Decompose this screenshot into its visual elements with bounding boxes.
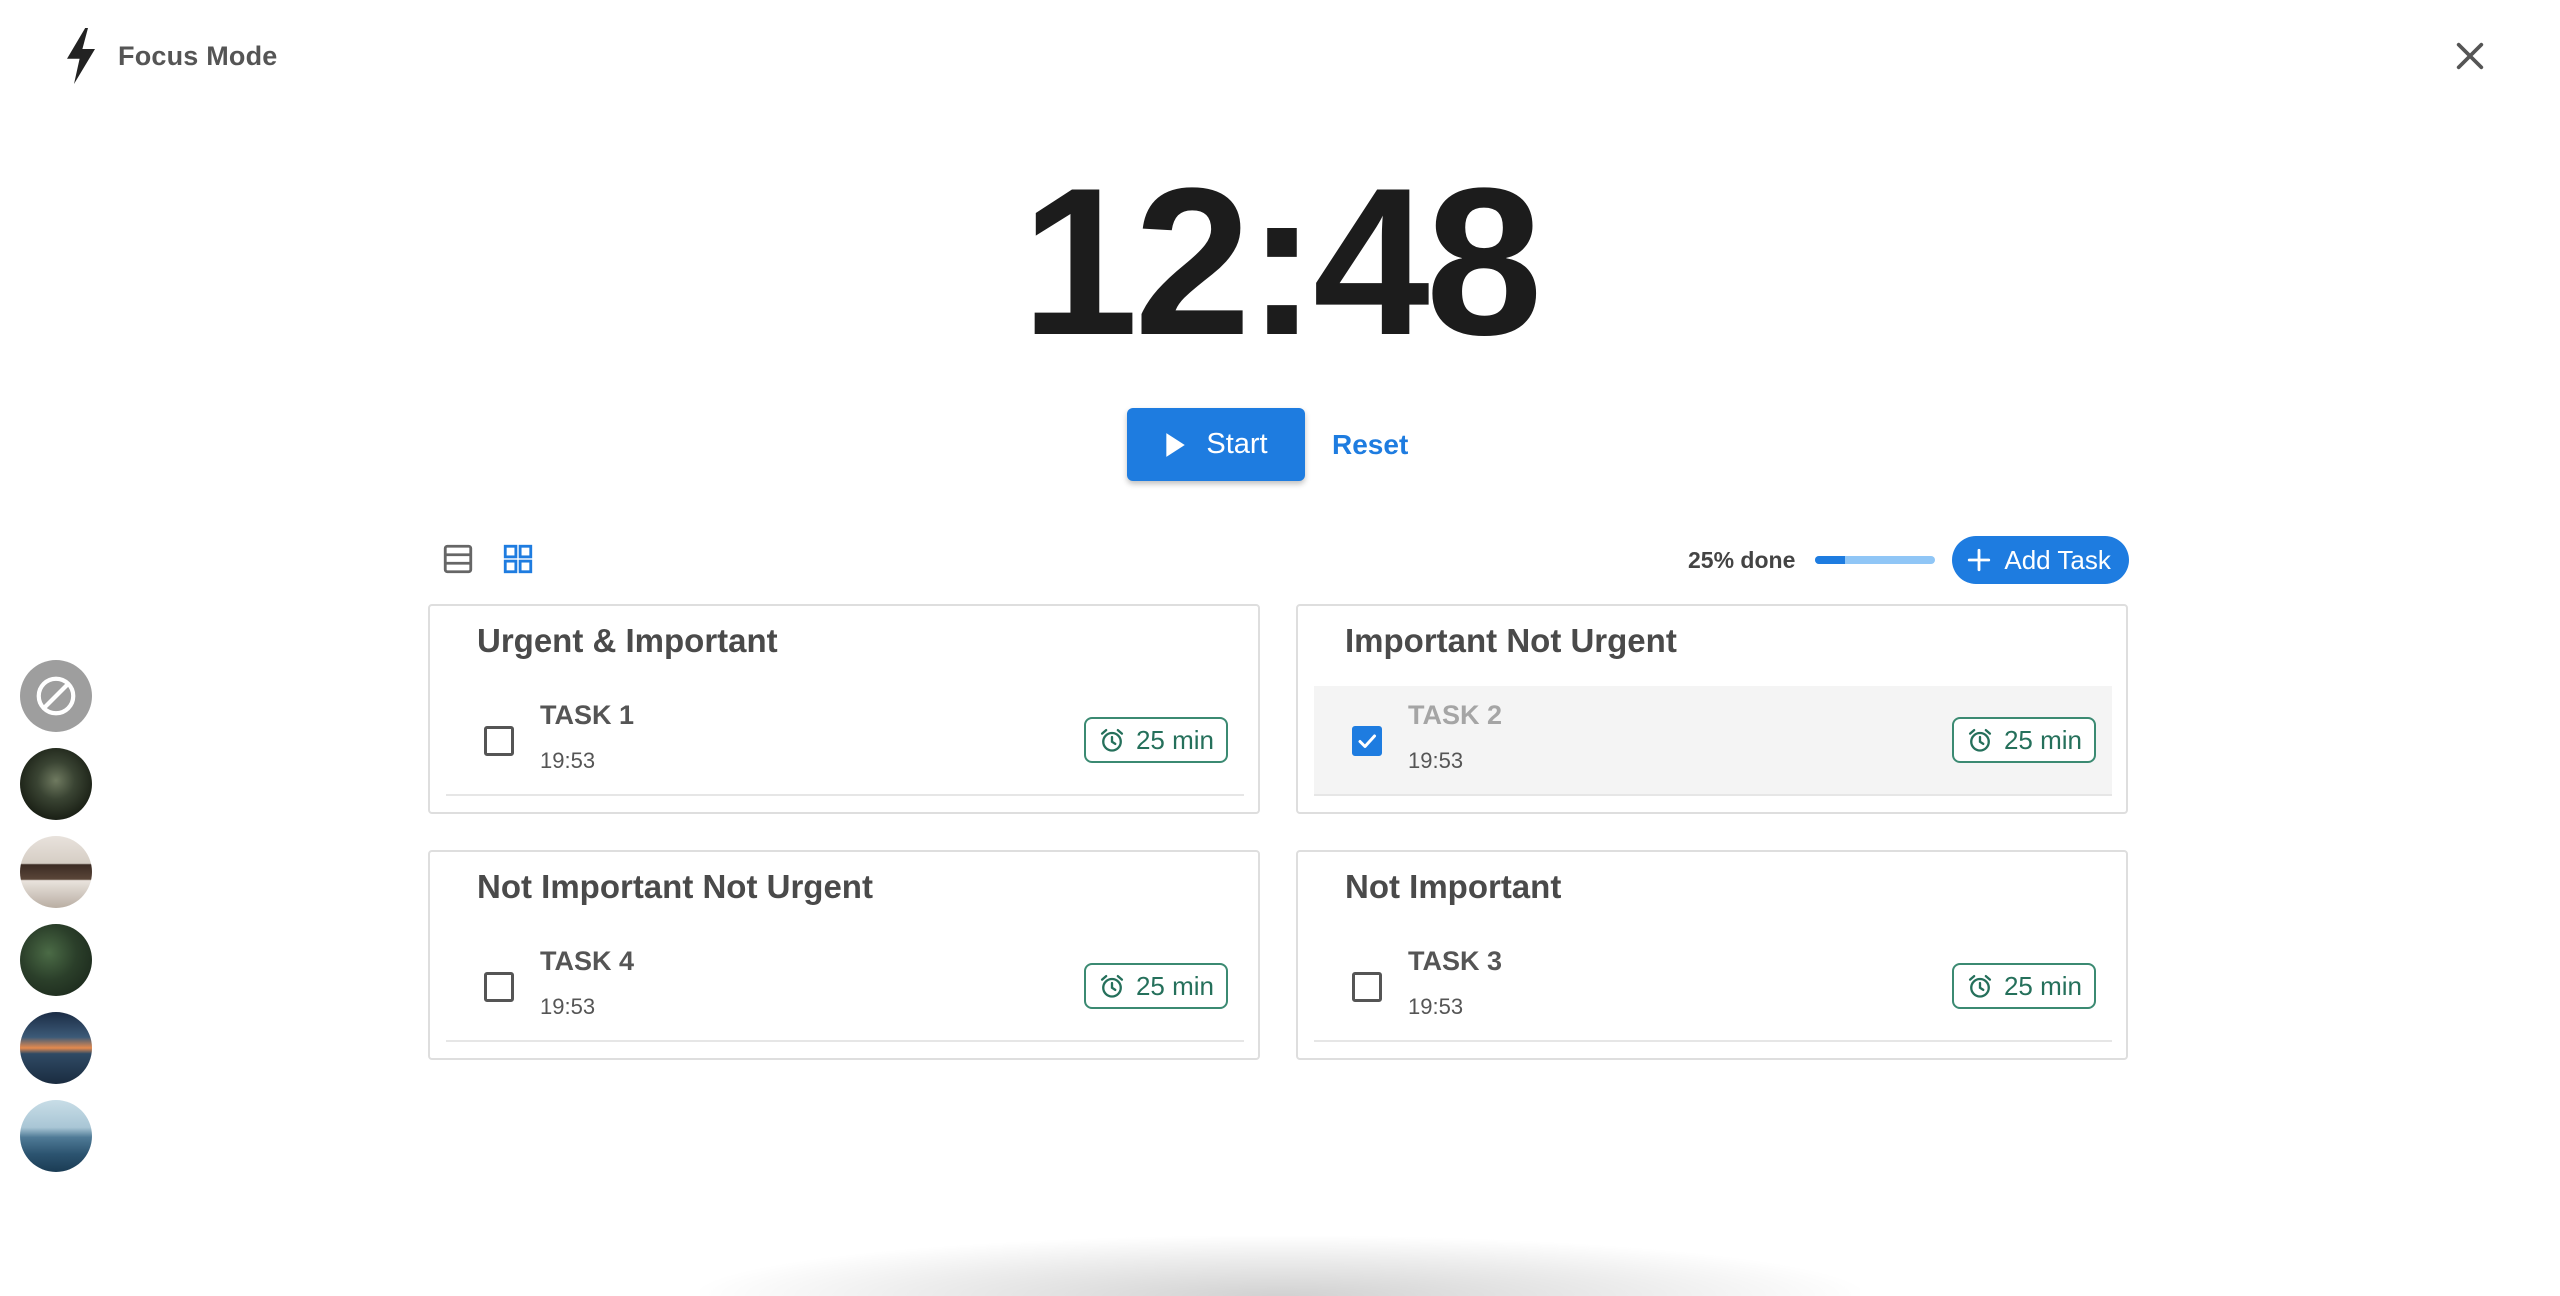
- task-row: TASK 4 19:53 25 min: [446, 932, 1244, 1042]
- quadrant-not-important-not-urgent: Not Important Not Urgent TASK 4 19:53 25…: [428, 850, 1260, 1060]
- scene-jungle-button[interactable]: [20, 924, 92, 996]
- scene-none-button[interactable]: [20, 660, 92, 732]
- quadrant-important-not-urgent: Important Not Urgent TASK 2 19:53 25 min: [1296, 604, 2128, 814]
- task-duration-chip[interactable]: 25 min: [1083, 963, 1228, 1009]
- play-icon: [1166, 432, 1186, 457]
- task-row: TASK 2 19:53 25 min: [1314, 686, 2112, 796]
- close-icon: [2456, 42, 2484, 70]
- plus-icon: [1968, 548, 1991, 572]
- progress-label: 25% done: [1688, 546, 1796, 573]
- task-checkbox[interactable]: [484, 972, 514, 1002]
- list-view-icon: [443, 544, 473, 574]
- bottom-shadow: [700, 1236, 1860, 1296]
- task-duration-label: 25 min: [1135, 724, 1214, 755]
- app-brand: Focus Mode: [64, 28, 278, 84]
- scene-sea-button[interactable]: [20, 1100, 92, 1172]
- scene-room-button[interactable]: [20, 836, 92, 908]
- alarm-clock-icon: [1968, 728, 1992, 752]
- quadrant-title: Urgent & Important: [477, 622, 778, 659]
- reset-button[interactable]: Reset: [1332, 429, 1408, 461]
- task-checkbox[interactable]: [484, 726, 514, 756]
- task-time: 19:53: [1408, 748, 1464, 773]
- task-duration-chip[interactable]: 25 min: [1951, 963, 2096, 1009]
- progress-bar: [1815, 556, 1936, 564]
- alarm-clock-icon: [1968, 974, 1992, 998]
- task-row: TASK 1 19:53 25 min: [446, 686, 1244, 796]
- add-task-label: Add Task: [2004, 544, 2111, 575]
- progress-area: 25% done Add Task: [1688, 536, 2129, 584]
- scene-picker: [20, 660, 92, 1188]
- task-duration-label: 25 min: [1135, 970, 1214, 1001]
- timer-controls: Start Reset: [1127, 408, 1408, 481]
- start-button[interactable]: Start: [1127, 408, 1305, 481]
- grid-view-icon: [503, 544, 533, 574]
- list-view-button[interactable]: [440, 538, 476, 580]
- quadrant-title: Not Important Not Urgent: [477, 868, 873, 905]
- timer-display: 12:48: [1021, 144, 1542, 379]
- task-time: 19:53: [540, 748, 596, 773]
- task-checkbox[interactable]: [1352, 726, 1382, 756]
- checkmark-icon: [1358, 734, 1376, 748]
- task-name: TASK 2: [1408, 700, 1503, 730]
- scene-forest-button[interactable]: [20, 748, 92, 820]
- add-task-button[interactable]: Add Task: [1952, 536, 2129, 584]
- alarm-clock-icon: [1100, 974, 1124, 998]
- start-button-label: Start: [1206, 428, 1268, 460]
- app-title: Focus Mode: [118, 40, 278, 71]
- close-button[interactable]: [2444, 30, 2496, 82]
- task-duration-label: 25 min: [2003, 724, 2082, 755]
- quadrant-urgent-important: Urgent & Important TASK 1 19:53 25 min: [428, 604, 1260, 814]
- task-name: TASK 3: [1408, 946, 1503, 976]
- progress-fill: [1815, 556, 1846, 564]
- task-name: TASK 4: [540, 946, 635, 976]
- task-time: 19:53: [1408, 994, 1464, 1019]
- task-time: 19:53: [540, 994, 596, 1019]
- grid-view-button[interactable]: [500, 538, 536, 580]
- scene-sunset-button[interactable]: [20, 1012, 92, 1084]
- task-checkbox[interactable]: [1352, 972, 1382, 1002]
- no-scene-icon: [36, 676, 76, 716]
- task-row: TASK 3 19:53 25 min: [1314, 932, 2112, 1042]
- quadrant-title: Important Not Urgent: [1345, 622, 1677, 659]
- task-duration-chip[interactable]: 25 min: [1083, 717, 1228, 763]
- task-duration-chip[interactable]: 25 min: [1951, 717, 2096, 763]
- quadrant-not-important: Not Important TASK 3 19:53 25 min: [1296, 850, 2128, 1060]
- alarm-clock-icon: [1100, 728, 1124, 752]
- quadrant-title: Not Important: [1345, 868, 1562, 905]
- task-duration-label: 25 min: [2003, 970, 2082, 1001]
- view-toggle: [440, 538, 536, 580]
- task-name: TASK 1: [540, 700, 635, 730]
- lightning-bolt-icon: [64, 28, 98, 84]
